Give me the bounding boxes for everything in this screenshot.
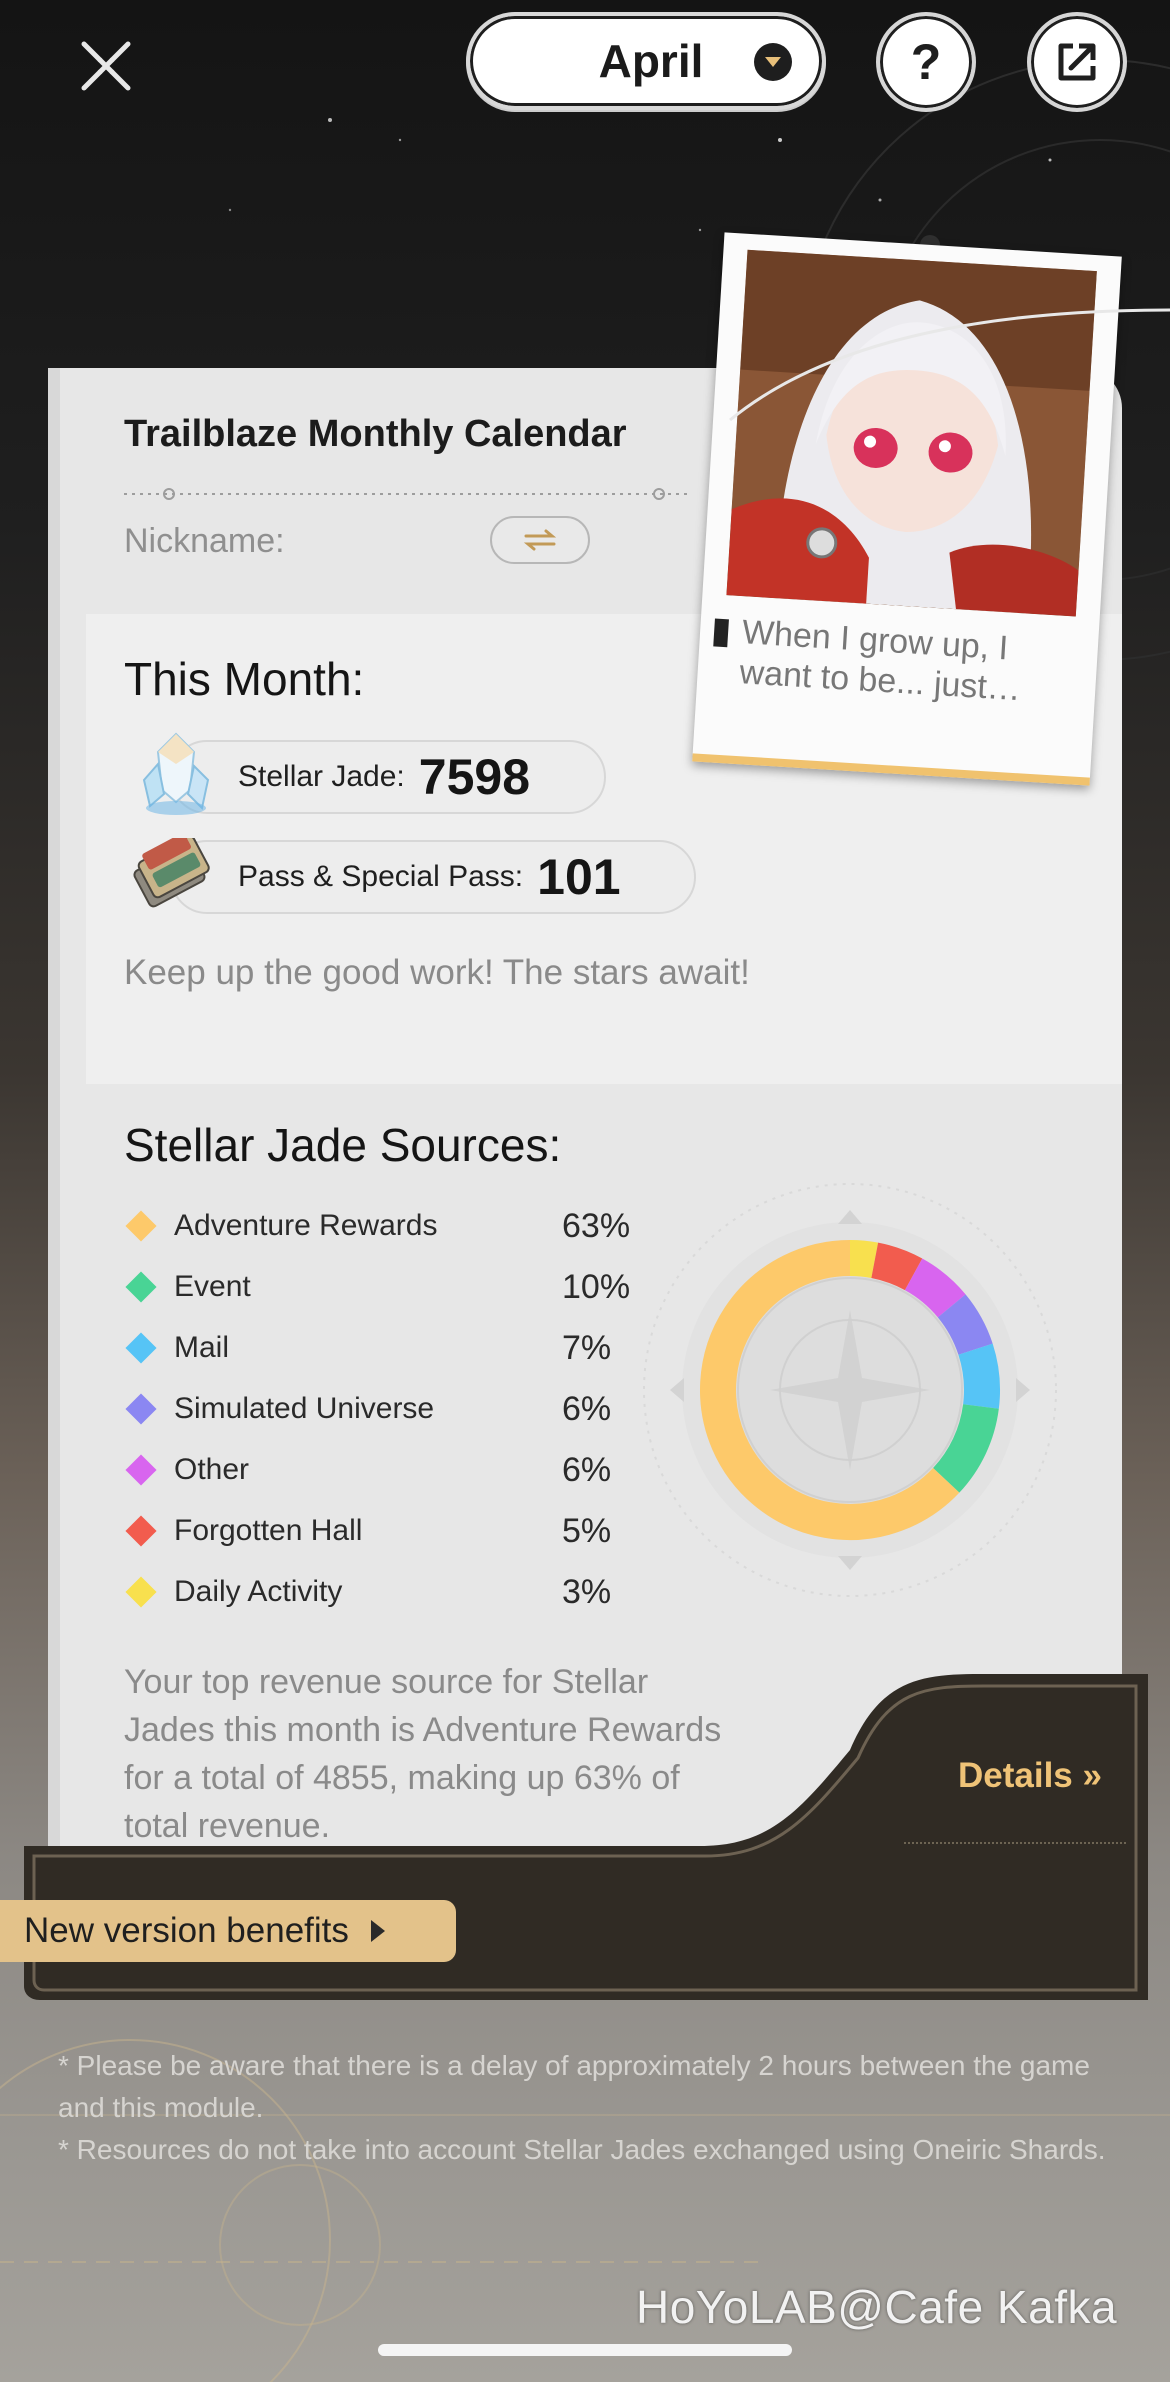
stellar-jade-icon — [142, 732, 210, 815]
legend-diamond-icon — [125, 1271, 157, 1303]
legend-diamond-icon — [125, 1454, 157, 1486]
source-name: Daily Activity — [174, 1575, 343, 1608]
special-pass-icon — [133, 838, 210, 908]
footnotes: * Please be aware that there is a delay … — [58, 2045, 1118, 2171]
source-name: Adventure Rewards — [174, 1209, 438, 1242]
footnote-resources: * Resources do not take into account Ste… — [58, 2134, 1106, 2165]
legend-diamond-icon — [125, 1576, 157, 1608]
card-title: Trailblaze Monthly Calendar — [124, 413, 627, 455]
source-row: Daily Activity 3% — [124, 1562, 684, 1622]
pass-summary: Pass & Special Pass: 101 — [170, 840, 696, 914]
this-month-title: This Month: — [124, 653, 365, 705]
legend-diamond-icon — [125, 1515, 157, 1547]
source-percent: 10% — [562, 1267, 631, 1306]
swap-icon — [523, 529, 557, 551]
stellar-jade-summary: Stellar Jade: 7598 — [170, 740, 606, 814]
details-panel — [24, 1674, 1148, 2000]
donut-segment — [870, 1242, 923, 1291]
source-name: Event — [174, 1270, 251, 1303]
details-underline — [904, 1842, 1126, 1844]
photo-quote: When I grow up, I want to be... just… — [738, 613, 1022, 709]
footnote-delay: * Please be aware that there is a delay … — [58, 2050, 1090, 2123]
encouragement-text: Keep up the good work! The stars await! — [124, 953, 750, 992]
sources-title: Stellar Jade Sources: — [124, 1119, 562, 1171]
new-version-benefits-label: New version benefits — [24, 1911, 349, 1950]
share-icon — [1058, 43, 1096, 81]
play-arrow-icon — [370, 1920, 385, 1942]
source-name: Mail — [174, 1331, 230, 1364]
close-icon — [81, 41, 131, 91]
sources-donut-chart — [643, 1183, 1057, 1597]
decorative-line — [729, 308, 1170, 422]
details-link[interactable]: Details » — [958, 1756, 1102, 1796]
source-percent: 5% — [562, 1511, 612, 1550]
card-edge — [48, 368, 60, 1848]
stellar-jade-value: 7598 — [418, 749, 531, 805]
source-row: Simulated Universe 6% — [124, 1379, 684, 1439]
source-row: Mail 7% — [124, 1318, 684, 1378]
home-indicator[interactable] — [378, 2344, 792, 2356]
source-row: Adventure Rewards 63% — [124, 1196, 684, 1256]
source-row: Other 6% — [124, 1440, 684, 1500]
chevron-down-icon — [754, 43, 792, 81]
donut-segment — [849, 1240, 879, 1279]
new-version-benefits-button[interactable]: New version benefits — [0, 1900, 456, 1962]
help-button[interactable]: ? — [876, 12, 976, 112]
donut-segment — [937, 1294, 993, 1356]
source-name: Simulated Universe — [174, 1392, 435, 1425]
quote-marker — [713, 618, 729, 648]
pass-label: Pass & Special Pass: — [238, 860, 524, 893]
source-percent: 6% — [562, 1450, 612, 1489]
legend-diamond-icon — [125, 1210, 157, 1242]
swap-nickname-button[interactable] — [490, 516, 590, 564]
nickname-label: Nickname: — [124, 522, 285, 560]
legend-diamond-icon — [125, 1332, 157, 1364]
source-percent: 6% — [562, 1389, 612, 1428]
watermark: HoYoLAB@Cafe Kafka — [636, 2281, 1118, 2333]
source-row: Event 10% — [124, 1257, 684, 1317]
pass-value: 101 — [537, 849, 622, 905]
legend-diamond-icon — [125, 1393, 157, 1425]
source-name: Other — [174, 1453, 250, 1486]
month-dropdown-label: April — [598, 35, 704, 87]
donut-segment — [958, 1343, 1000, 1409]
source-percent: 63% — [562, 1206, 631, 1245]
title-divider — [124, 488, 690, 500]
source-row: Forgotten Hall 5% — [124, 1501, 684, 1561]
help-icon: ? — [910, 34, 942, 90]
close-button[interactable] — [70, 30, 142, 102]
share-button[interactable] — [1027, 12, 1127, 112]
source-percent: 7% — [562, 1328, 612, 1367]
source-name: Forgotten Hall — [174, 1514, 363, 1547]
source-percent: 3% — [562, 1572, 612, 1611]
stellar-jade-label: Stellar Jade: — [238, 760, 405, 793]
month-dropdown[interactable]: April — [466, 12, 826, 110]
